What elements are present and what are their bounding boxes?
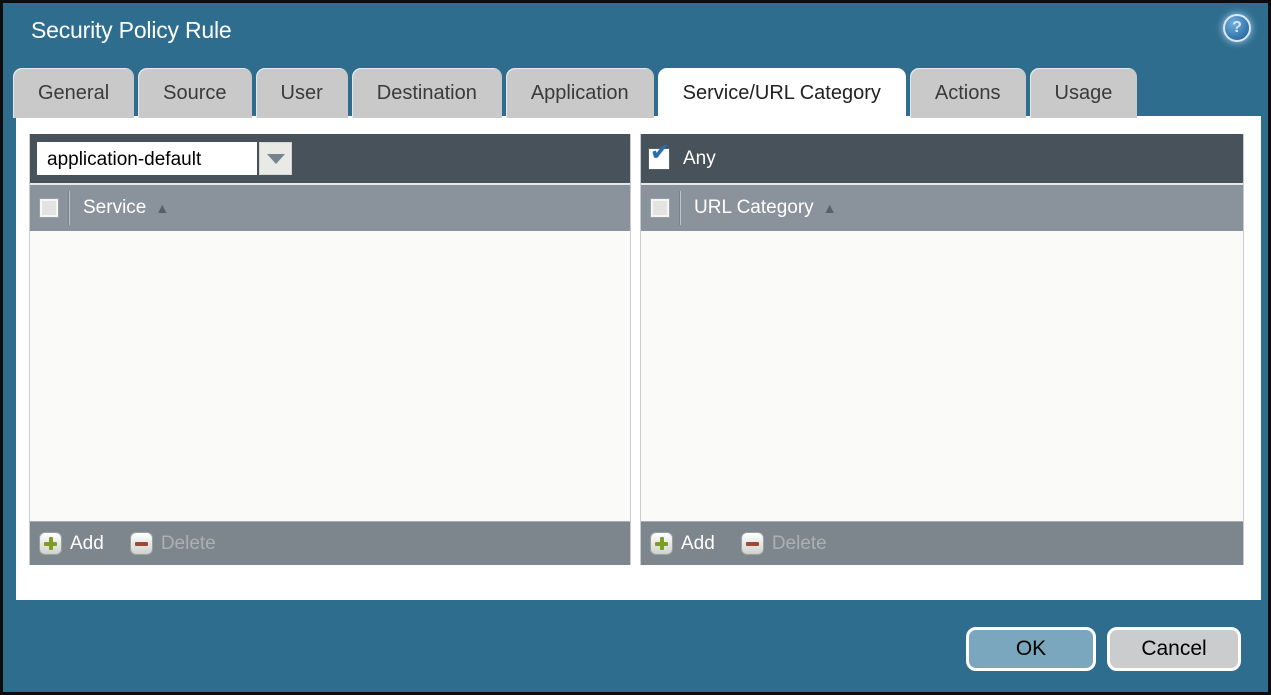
service-type-dropdown-button[interactable] — [259, 142, 292, 175]
service-type-dropdown-value[interactable]: application-default — [37, 142, 257, 175]
tab-content: application-default Service ▲ Add Delete… — [16, 116, 1261, 600]
service-select-all-checkbox[interactable] — [39, 198, 59, 218]
sort-ascending-icon[interactable]: ▲ — [155, 200, 169, 216]
url-category-select-all-checkbox[interactable] — [650, 198, 670, 218]
help-glyph: ? — [1232, 19, 1242, 36]
any-checkbox[interactable]: ✔ — [648, 140, 670, 170]
service-panel-header: application-default — [30, 134, 630, 183]
add-icon — [650, 532, 673, 555]
url-category-delete-button[interactable]: Delete — [740, 532, 827, 555]
delete-button-label: Delete — [771, 532, 827, 554]
url-category-panel-footer: Add Delete — [641, 521, 1243, 565]
url-category-column-label[interactable]: URL Category — [694, 197, 814, 219]
cancel-button[interactable]: Cancel — [1107, 627, 1241, 671]
delete-icon — [129, 532, 153, 555]
url-category-column-header-row: URL Category ▲ — [641, 183, 1243, 231]
add-button-label: Add — [681, 532, 715, 554]
ok-button[interactable]: OK — [966, 627, 1096, 671]
service-list[interactable] — [30, 231, 630, 521]
checkmark-icon: ✔ — [650, 138, 671, 166]
tab-source[interactable]: Source — [138, 68, 252, 118]
add-icon — [39, 532, 62, 555]
service-delete-button[interactable]: Delete — [129, 532, 216, 555]
tab-actions[interactable]: Actions — [909, 68, 1026, 118]
tab-service-url-category[interactable]: Service/URL Category — [657, 68, 906, 120]
tab-bar: General Source User Destination Applicat… — [13, 68, 1138, 120]
delete-button-label: Delete — [160, 532, 216, 554]
tab-application[interactable]: Application — [505, 68, 654, 118]
any-checkbox-label: Any — [683, 147, 716, 169]
service-panel: application-default Service ▲ Add Delete — [29, 134, 631, 565]
tab-general[interactable]: General — [13, 68, 135, 118]
column-separator — [680, 191, 681, 225]
security-policy-rule-dialog: Security Policy Rule ? General Source Us… — [0, 0, 1271, 695]
tab-destination[interactable]: Destination — [351, 68, 502, 118]
dialog-title: Security Policy Rule — [31, 17, 232, 43]
service-add-button[interactable]: Add — [39, 532, 104, 555]
service-column-header-row: Service ▲ — [30, 183, 630, 231]
delete-icon — [740, 532, 764, 555]
tab-user[interactable]: User — [255, 68, 348, 118]
chevron-down-icon — [266, 153, 285, 164]
url-category-list[interactable] — [641, 231, 1243, 521]
service-column-label[interactable]: Service — [83, 197, 146, 219]
url-category-panel-header: ✔ Any — [641, 134, 1243, 183]
tab-usage[interactable]: Usage — [1029, 68, 1138, 118]
sort-ascending-icon[interactable]: ▲ — [823, 200, 837, 216]
url-category-panel: ✔ Any URL Category ▲ Add Delete — [640, 134, 1244, 565]
help-icon[interactable]: ? — [1223, 14, 1251, 42]
column-separator — [69, 191, 70, 225]
url-category-add-button[interactable]: Add — [650, 532, 715, 555]
add-button-label: Add — [70, 532, 104, 554]
service-type-dropdown[interactable]: application-default — [37, 142, 292, 175]
service-panel-footer: Add Delete — [30, 521, 630, 565]
